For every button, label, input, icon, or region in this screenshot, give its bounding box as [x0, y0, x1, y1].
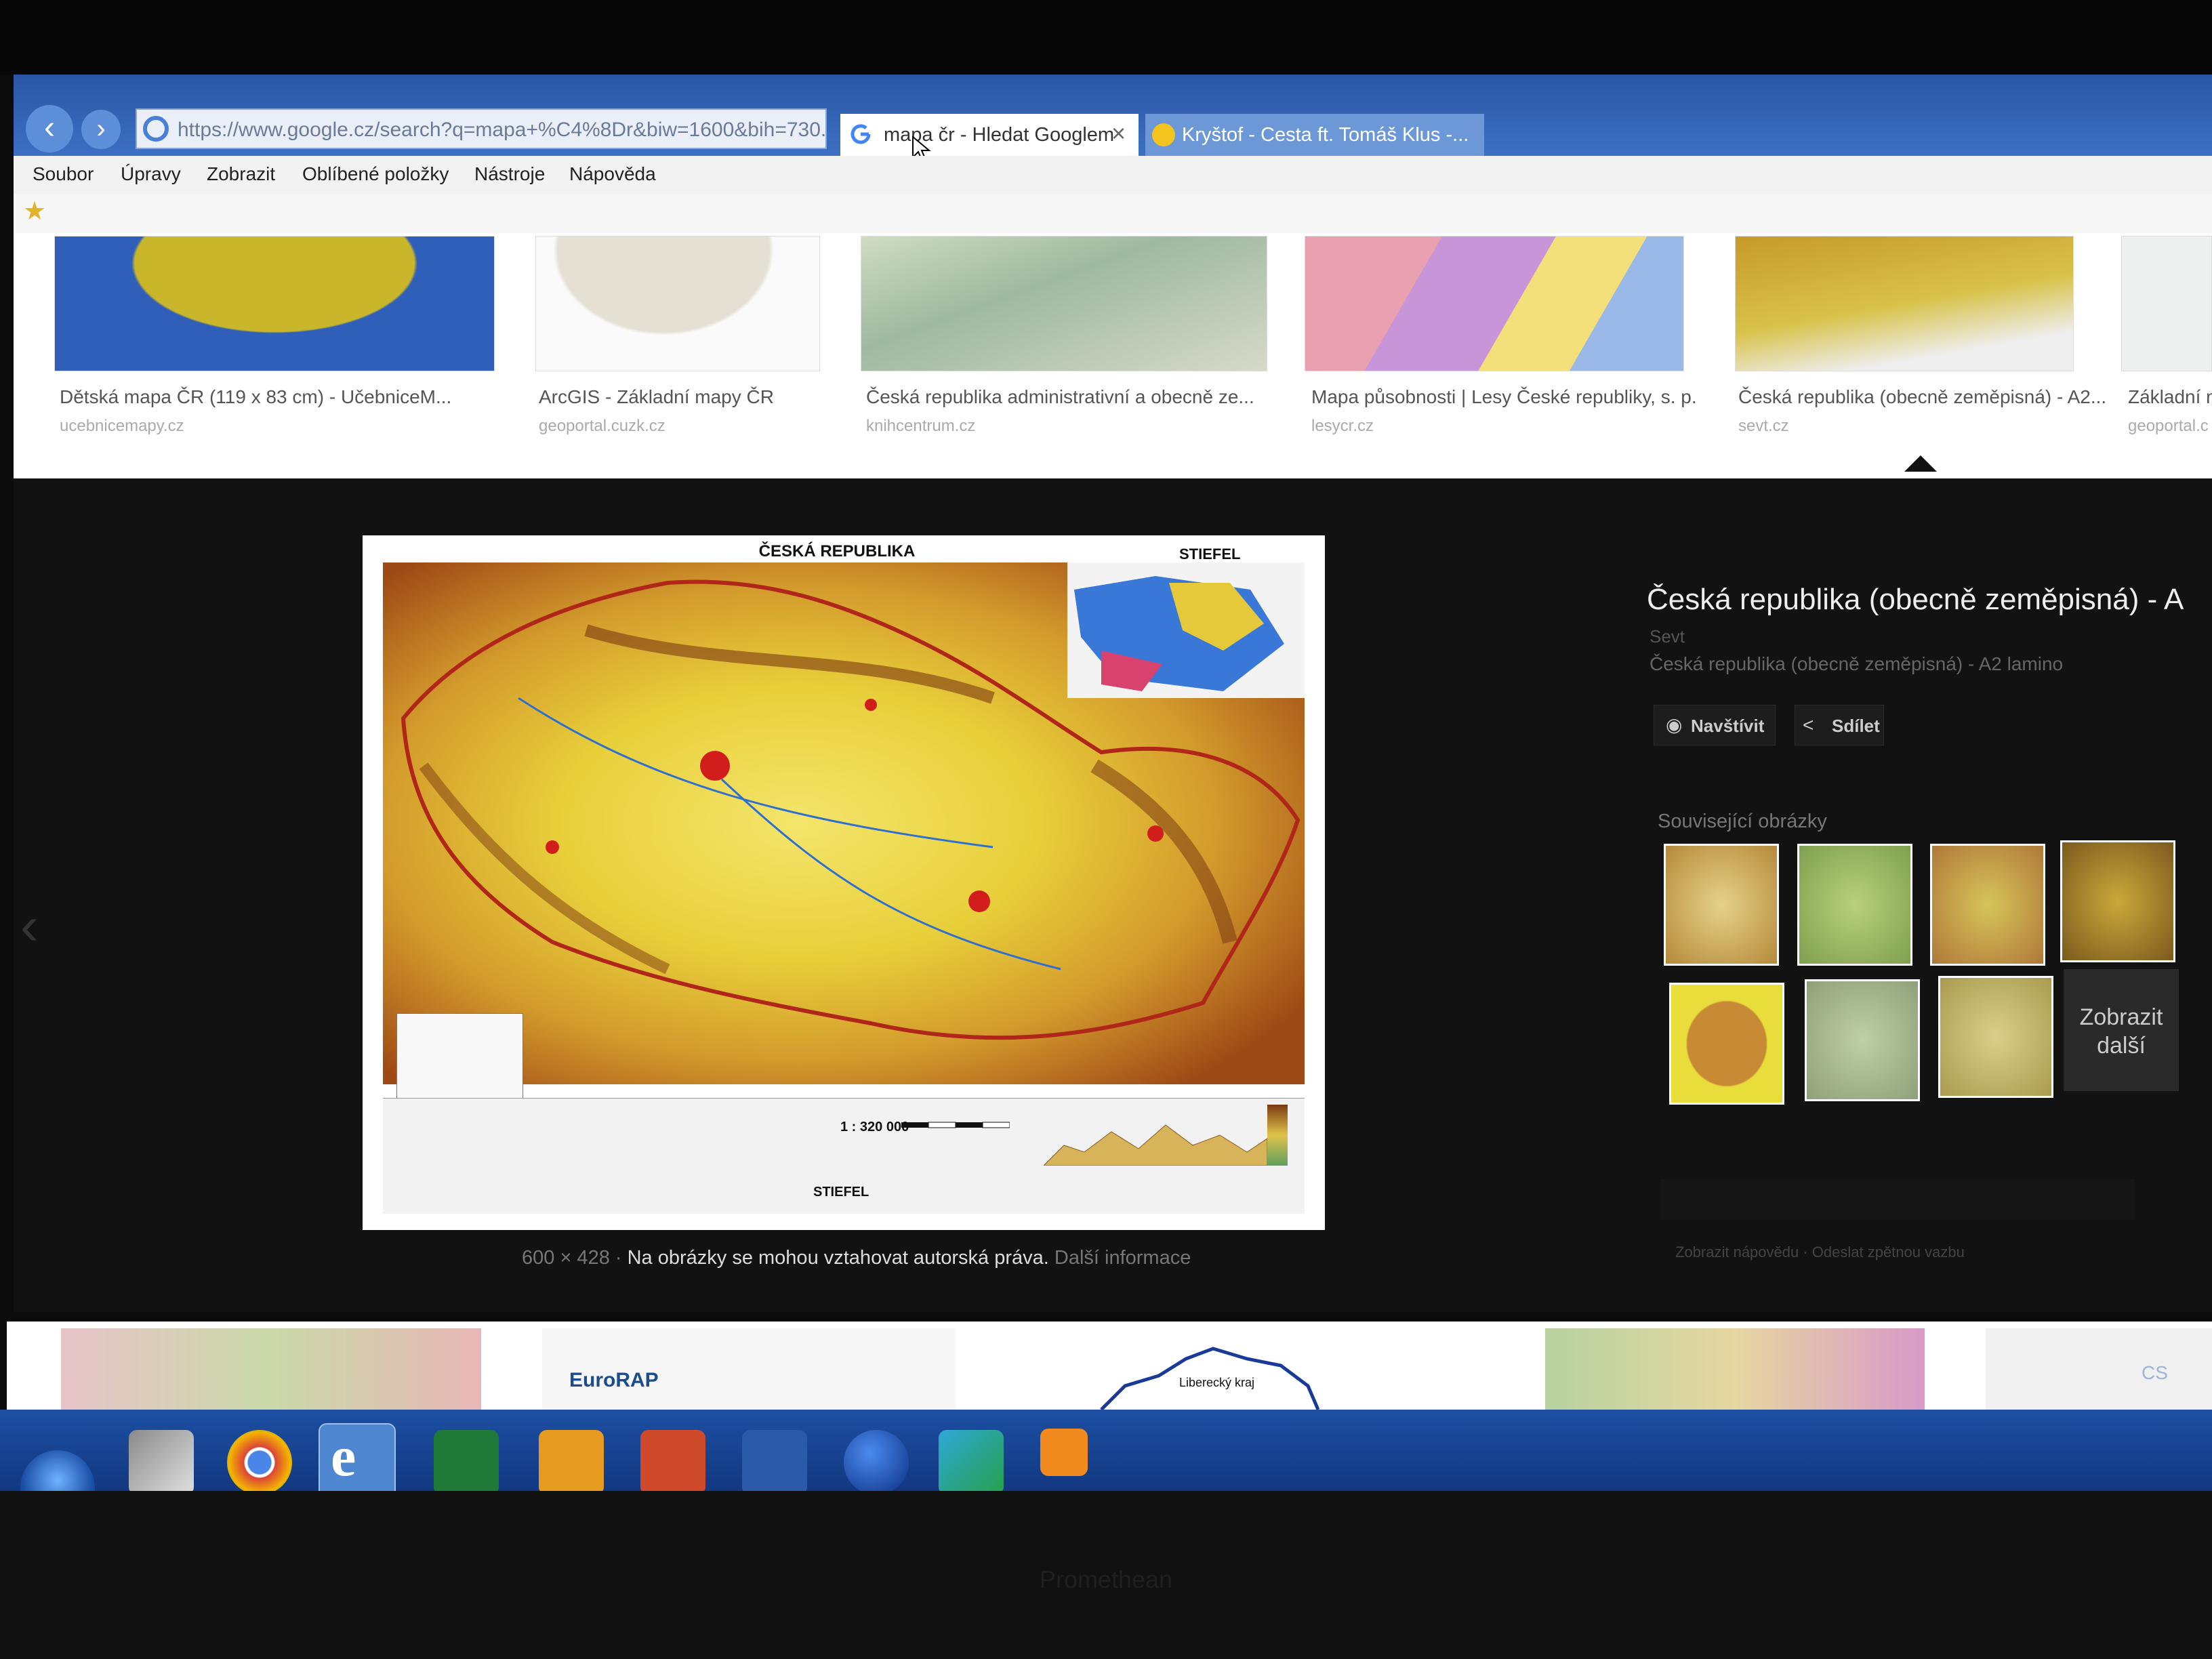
result-thumbnail-selected[interactable] — [1735, 236, 2074, 371]
tab-close-icon[interactable]: × — [1111, 117, 1134, 150]
related-image[interactable] — [1805, 979, 1920, 1101]
czech-physical-map — [383, 562, 1305, 1084]
favorites-star-icon[interactable]: ★ — [23, 198, 50, 225]
globe-icon: ◉ — [1666, 714, 1683, 735]
liberec-label: Liberecký kraj — [1179, 1376, 1255, 1389]
google-g-icon — [851, 124, 871, 144]
related-image[interactable] — [1669, 983, 1784, 1105]
result-source: knihcentrum.cz — [866, 417, 976, 435]
result-thumbnail[interactable] — [61, 1328, 481, 1410]
map-brand: STIEFEL — [1179, 546, 1241, 562]
ie-letter-icon: e — [331, 1425, 356, 1488]
forward-button[interactable]: › — [81, 110, 121, 149]
result-title[interactable]: Základní m — [2128, 386, 2212, 408]
tab-google-search[interactable]: mapa čr - Hledat Googlem — [840, 114, 1139, 156]
menu-favorites[interactable]: Oblíbené položky — [302, 157, 449, 191]
elevation-profile — [1044, 1124, 1267, 1166]
result-source: ucebnicemapy.cz — [60, 417, 184, 435]
powerpoint-app-icon[interactable] — [640, 1430, 705, 1495]
result-title[interactable]: Mapa působnosti | Lesy České republiky, … — [1311, 386, 1697, 408]
books-app-icon[interactable] — [939, 1430, 1004, 1495]
result-thumbnail[interactable] — [861, 236, 1267, 371]
help-feedback-links[interactable]: Zobrazit nápovědu · Odeslat zpětnou vazb… — [1675, 1244, 1965, 1261]
related-images-heading: Související obrázky — [1658, 811, 1827, 832]
copyright-note: Na obrázky se mohou vztahovat autorská p… — [627, 1247, 1049, 1269]
elevation-color-scale — [1267, 1105, 1288, 1166]
address-bar[interactable]: https://www.google.cz/search?q=mapa+%C4%… — [136, 108, 827, 149]
word-app-icon[interactable] — [742, 1430, 807, 1495]
result-thumbnail[interactable] — [1305, 236, 1684, 371]
map-scale: 1 : 320 000 — [840, 1120, 909, 1134]
result-thumbnail[interactable] — [1986, 1328, 2212, 1410]
share-icon: < — [1803, 714, 1814, 735]
result-title[interactable]: ArcGIS - Základní mapy ČR — [539, 386, 774, 408]
caption-separator: · — [615, 1247, 628, 1269]
related-image[interactable] — [1664, 844, 1779, 966]
image-caption: 600 × 428 · Na obrázky se mohou vztahova… — [522, 1247, 1191, 1269]
show-more-tile[interactable]: Zobrazit další — [2064, 969, 2179, 1091]
excel-app-icon[interactable] — [434, 1430, 499, 1495]
image-dimensions: 600 × 428 — [522, 1247, 610, 1269]
result-thumbnail[interactable] — [54, 236, 495, 371]
explorer-app-icon[interactable] — [129, 1430, 194, 1495]
result-source: geoportal.c — [2128, 417, 2209, 435]
chrome-app-icon[interactable] — [227, 1430, 292, 1495]
language-indicator[interactable]: CS — [2142, 1362, 2168, 1384]
scale-bar — [901, 1122, 1010, 1128]
menu-view[interactable]: Zobrazit — [207, 157, 275, 191]
result-thumbnail[interactable] — [535, 236, 820, 371]
related-image[interactable] — [1797, 844, 1912, 966]
menu-file[interactable]: Soubor — [33, 157, 94, 191]
result-thumbnail[interactable] — [2121, 236, 2212, 371]
monitor-bezel-top — [0, 0, 2212, 75]
more-info-link[interactable]: Další informace — [1054, 1247, 1191, 1269]
result-title[interactable]: Dětská mapa ČR (119 x 83 cm) - UčebniceM… — [60, 386, 451, 408]
selection-pointer — [1904, 455, 1937, 472]
related-image[interactable] — [1938, 976, 2053, 1098]
result-source: geoportal.cuzk.cz — [539, 417, 665, 435]
outlook-app-icon[interactable] — [539, 1430, 604, 1495]
previous-image-arrow-icon[interactable]: ‹ — [20, 895, 39, 957]
google-favicon-icon — [143, 116, 169, 142]
media-player-app-icon[interactable] — [1040, 1429, 1088, 1476]
favorites-bar — [14, 194, 2212, 233]
result-source: sevt.cz — [1738, 417, 1789, 435]
preview-subtitle: Česká republika (obecně zeměpisná) - A2 … — [1650, 653, 2064, 674]
menu-tools[interactable]: Nástroje — [474, 157, 545, 191]
feedback-bar — [1660, 1179, 2135, 1220]
result-title[interactable]: Česká republika administrativní a obecně… — [866, 386, 1254, 408]
related-image[interactable] — [2060, 840, 2175, 962]
ie-page-icon — [1152, 123, 1175, 146]
preview-source: Sevt — [1650, 626, 1685, 647]
preview-title[interactable]: Česká republika (obecně zeměpisná) - A — [1647, 583, 2184, 617]
map-title: ČESKÁ REPUBLIKA — [758, 542, 916, 560]
back-button[interactable]: ‹ — [26, 105, 73, 152]
menu-edit[interactable]: Úpravy — [121, 157, 181, 191]
result-source: lesycr.cz — [1311, 417, 1374, 435]
result-title[interactable]: Česká republika (obecně zeměpisná) - A2.… — [1738, 386, 2106, 408]
menu-help[interactable]: Nápověda — [569, 157, 656, 191]
monitor-brand: Promethean — [1039, 1565, 1173, 1593]
related-image[interactable] — [1930, 844, 2045, 966]
tab-youtube-song[interactable]: Kryštof - Cesta ft. Tomáš Klus -... — [1145, 114, 1484, 156]
map-footer-brand: STIEFEL — [813, 1185, 869, 1200]
globe-app-icon[interactable] — [844, 1430, 909, 1495]
result-thumbnail[interactable] — [1545, 1328, 1925, 1410]
eurorap-logo-text: EuroRAP — [569, 1369, 659, 1391]
